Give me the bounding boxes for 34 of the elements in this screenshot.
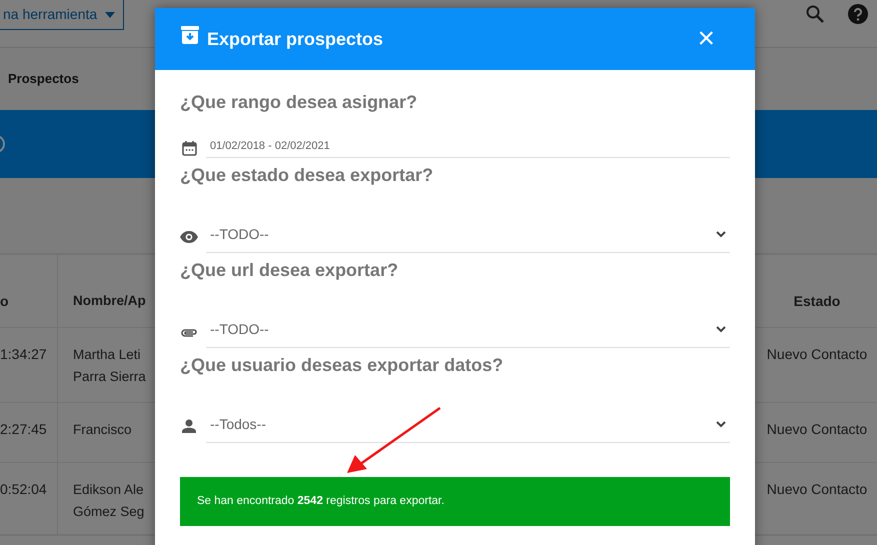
page-title: Prospectos	[8, 70, 79, 88]
table-cell-text: Gómez Seg	[73, 503, 144, 521]
eye-icon	[180, 231, 198, 243]
caret-icon	[105, 12, 116, 18]
column-header: Estado	[794, 293, 840, 309]
table-cell: Nuevo Contacto	[766, 481, 868, 497]
table-cell: 2:27:45	[0, 421, 47, 437]
search-icon[interactable]	[806, 5, 824, 23]
column-header: o	[0, 293, 9, 309]
archive-icon	[181, 26, 199, 44]
table-cell-text: Martha Leti	[73, 346, 141, 364]
table-cell: Nuevo Contacto	[766, 421, 868, 437]
question-label: ¿Que url desea exportar?	[180, 259, 400, 282]
chevron-down-icon	[716, 326, 726, 333]
table-cell: 1:34:27	[0, 346, 47, 362]
table-cell-text: Edikson Ale	[73, 481, 144, 499]
modal-title: Exportar prospectos	[207, 28, 384, 51]
table-cell-text: Francisco	[73, 421, 132, 439]
question-label: ¿Que rango desea asignar?	[180, 91, 418, 114]
person-icon	[182, 419, 196, 433]
tool-dropdown-button[interactable]: na herramienta	[0, 0, 124, 30]
calendar-icon	[182, 141, 196, 156]
table-cell: 0:52:04	[0, 481, 47, 497]
help-icon[interactable]	[848, 4, 868, 24]
question-label: ¿Que usuario deseas exportar datos?	[180, 354, 504, 377]
column-header: Nombre/Ap	[73, 293, 146, 308]
question-label: ¿Que estado desea exportar?	[180, 164, 434, 187]
table-cell: Nuevo Contacto	[766, 346, 868, 362]
close-button[interactable]: ×	[697, 24, 715, 54]
chevron-down-icon	[716, 231, 726, 238]
table-cell-text: Parra Sierra	[73, 368, 146, 386]
result-alert: Se han encontrado 2542 registros para exportar.	[180, 477, 730, 526]
chevron-down-icon	[716, 421, 726, 428]
paperclip-icon	[181, 328, 197, 338]
